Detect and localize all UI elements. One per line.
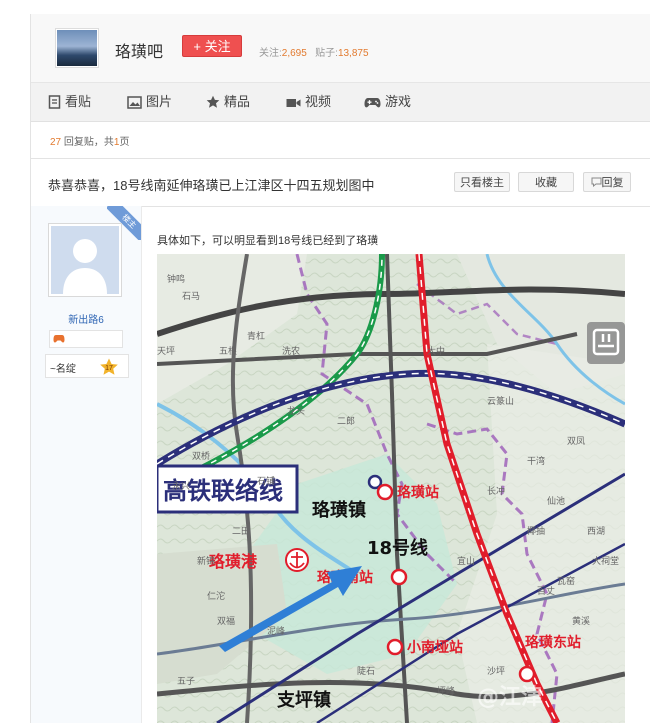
only-author-button[interactable]: 只看楼主 bbox=[454, 172, 510, 192]
forum-stats: 关注:2,695 贴子:13,875 bbox=[259, 44, 369, 59]
star-icon bbox=[206, 95, 220, 108]
tab-video[interactable]: 视频 bbox=[286, 83, 331, 121]
tab-label: 看贴 bbox=[65, 94, 92, 109]
planning-map-image[interactable]: 高铁联络线 珞璜镇 18号线 珞璜站 珞璜港 珞璜南站 小南垭站 珞璜东站 支坪… bbox=[157, 254, 625, 723]
map-place-label: 钟鸣 bbox=[167, 273, 185, 285]
map-place-label: 天坪 bbox=[157, 346, 175, 357]
avatar[interactable] bbox=[48, 223, 122, 297]
gamepad-badge-icon[interactable] bbox=[53, 334, 65, 344]
zhiping-label: 支坪镇 bbox=[276, 689, 331, 711]
map-place-label: 长冲 bbox=[487, 485, 505, 497]
default-avatar-icon bbox=[63, 239, 107, 294]
user-level[interactable]: ~名绽 17 bbox=[45, 354, 129, 378]
luohuang-town-label: 珞璜镇 bbox=[312, 499, 366, 521]
document-icon bbox=[48, 95, 61, 109]
map-place-label: 五子 bbox=[177, 676, 195, 687]
gamepad-icon bbox=[364, 98, 381, 108]
reply-suffix: 回复贴，共 bbox=[61, 137, 114, 148]
map-place-label: 大祠堂 bbox=[592, 555, 619, 567]
watermark: @江津 bbox=[477, 684, 543, 710]
map-place-label: 青杠 bbox=[247, 330, 265, 342]
map-place-label: 百丈 bbox=[537, 586, 555, 597]
map-place-label: 大中 bbox=[427, 345, 445, 357]
level-number: 17 bbox=[105, 365, 113, 372]
forum-tabs: 看贴 图片 精品 视频 游戏 bbox=[31, 83, 650, 122]
page-suffix: 页 bbox=[119, 137, 130, 148]
posts-count: 13,875 bbox=[337, 48, 369, 59]
image-icon bbox=[127, 96, 142, 109]
corner-widget-icon[interactable] bbox=[587, 322, 625, 364]
followers-count: 2,695 bbox=[281, 48, 307, 59]
username[interactable]: 新出路6 bbox=[31, 311, 141, 326]
map-place-label: 干湾 bbox=[527, 455, 545, 467]
luohuang-station-label: 珞璜站 bbox=[397, 484, 439, 501]
tab-posts[interactable]: 看贴 bbox=[48, 83, 91, 121]
reply-count: 27 bbox=[50, 137, 62, 148]
posts-label: 贴子: bbox=[315, 48, 338, 59]
level-name: ~名绽 bbox=[50, 364, 76, 375]
post-title-bar: 恭喜恭喜，18号线南延伸珞璜已上江津区十四五规划图中 只看楼主 收藏 回复 bbox=[31, 158, 650, 207]
map-place-label: 黄溪 bbox=[572, 615, 590, 627]
map-place-label: 新锦 bbox=[197, 555, 215, 567]
post-title: 恭喜恭喜，18号线南延伸珞璜已上江津区十四五规划图中 bbox=[48, 178, 375, 193]
tab-featured[interactable]: 精品 bbox=[206, 83, 250, 121]
reply-button-label: 回复 bbox=[601, 177, 624, 189]
map-place-label: 龙头 bbox=[287, 405, 305, 417]
luohuang-east-label: 珞璜东站 bbox=[525, 634, 581, 651]
tab-label: 图片 bbox=[146, 94, 173, 109]
map-place-label: 洗农 bbox=[282, 345, 300, 357]
video-icon bbox=[286, 99, 301, 107]
forum-name[interactable]: 珞璜吧 bbox=[115, 38, 163, 62]
map-place-label: 永兴 bbox=[172, 480, 190, 492]
reply-summary: 27 回复贴，共1页 bbox=[50, 133, 129, 148]
followers-label: 关注: bbox=[259, 48, 282, 59]
tab-images[interactable]: 图片 bbox=[127, 83, 172, 121]
map-place-label: 石铺 bbox=[257, 475, 275, 487]
map-place-label: 二郎 bbox=[337, 415, 355, 427]
tab-games[interactable]: 游戏 bbox=[364, 83, 411, 121]
map-place-label: 二田 bbox=[232, 526, 250, 537]
map-place-label: 仙池 bbox=[547, 495, 565, 507]
map-place-label: 瓦窑 bbox=[557, 575, 575, 587]
forum-avatar[interactable] bbox=[55, 28, 99, 68]
forum-header: 珞璜吧 + 关注 关注:2,695 贴子:13,875 bbox=[31, 14, 650, 83]
author-column: 楼主 新出路6 ~名绽 17 bbox=[31, 206, 142, 723]
forum-page: 珞璜吧 + 关注 关注:2,695 贴子:13,875 看贴 图片 精品 视频 … bbox=[30, 14, 650, 723]
tab-label: 视频 bbox=[305, 94, 332, 109]
map-place-label: 陡石 bbox=[357, 665, 375, 677]
map-place-label: 双桥 bbox=[192, 450, 210, 462]
tab-label: 游戏 bbox=[385, 94, 412, 109]
follow-button[interactable]: + 关注 bbox=[182, 35, 242, 57]
map-place-label: 坪峰 bbox=[437, 686, 455, 697]
map-place-label: 双凤 bbox=[567, 436, 585, 447]
map-place-label: 宜山 bbox=[457, 555, 475, 567]
level-badge-icon: 17 bbox=[100, 358, 118, 375]
map-place-label: 石马 bbox=[182, 291, 200, 302]
user-icon-box bbox=[49, 330, 123, 348]
map-place-label: 沙坪 bbox=[487, 666, 505, 677]
map-place-label: 西湖 bbox=[587, 526, 605, 537]
favorite-button[interactable]: 收藏 bbox=[518, 172, 574, 192]
map-place-label: 双福 bbox=[217, 615, 235, 627]
map-place-label: 泥峰 bbox=[267, 626, 285, 637]
line18-label: 18号线 bbox=[367, 537, 428, 559]
map-place-label: 五根 bbox=[219, 345, 237, 357]
map-place-label: 云篆山 bbox=[487, 395, 514, 407]
reply-button[interactable]: 回复 bbox=[583, 172, 631, 192]
tab-label: 精品 bbox=[224, 94, 251, 109]
map-place-label: 仁沱 bbox=[207, 590, 225, 602]
luohuang-port-label: 珞璜港 bbox=[209, 552, 258, 571]
map-place-label: 椰抽 bbox=[527, 525, 545, 537]
xiaonanya-label: 小南垭站 bbox=[407, 639, 463, 656]
speech-bubble-icon bbox=[591, 177, 601, 188]
post-body-text: 具体如下，可以明显看到18号线已经到了珞璜 bbox=[157, 235, 379, 247]
